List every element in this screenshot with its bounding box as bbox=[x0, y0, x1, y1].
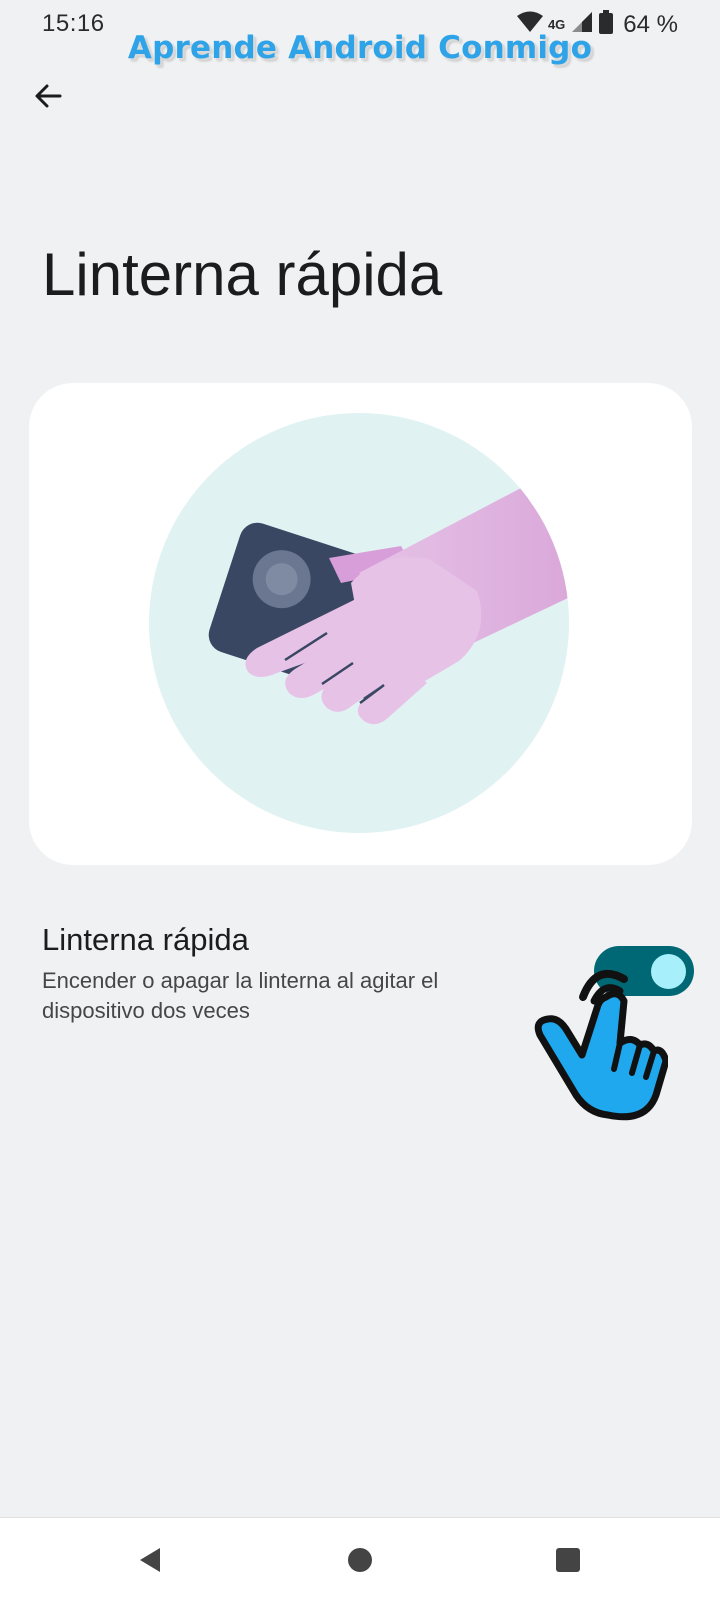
nav-back-button[interactable] bbox=[128, 1538, 172, 1582]
arrow-left-icon bbox=[35, 84, 62, 108]
back-button[interactable] bbox=[28, 76, 68, 116]
back-triangle-icon bbox=[140, 1548, 160, 1572]
flashlight-gesture-illustration bbox=[149, 413, 569, 833]
toggle-thumb bbox=[651, 954, 686, 989]
illustration-card bbox=[29, 383, 692, 865]
setting-title: Linterna rápida bbox=[42, 922, 249, 957]
home-circle-icon bbox=[348, 1548, 372, 1572]
page-title: Linterna rápida bbox=[42, 241, 443, 308]
setting-summary: Encender o apagar la linterna al agitar … bbox=[42, 968, 439, 1023]
nav-recents-button[interactable] bbox=[546, 1538, 590, 1582]
nav-home-button[interactable] bbox=[338, 1538, 382, 1582]
quick-flashlight-toggle[interactable] bbox=[594, 946, 694, 996]
system-nav-bar bbox=[0, 1517, 720, 1600]
watermark-text: Aprende Android Conmigo bbox=[127, 30, 593, 66]
recents-square-icon bbox=[556, 1548, 580, 1572]
